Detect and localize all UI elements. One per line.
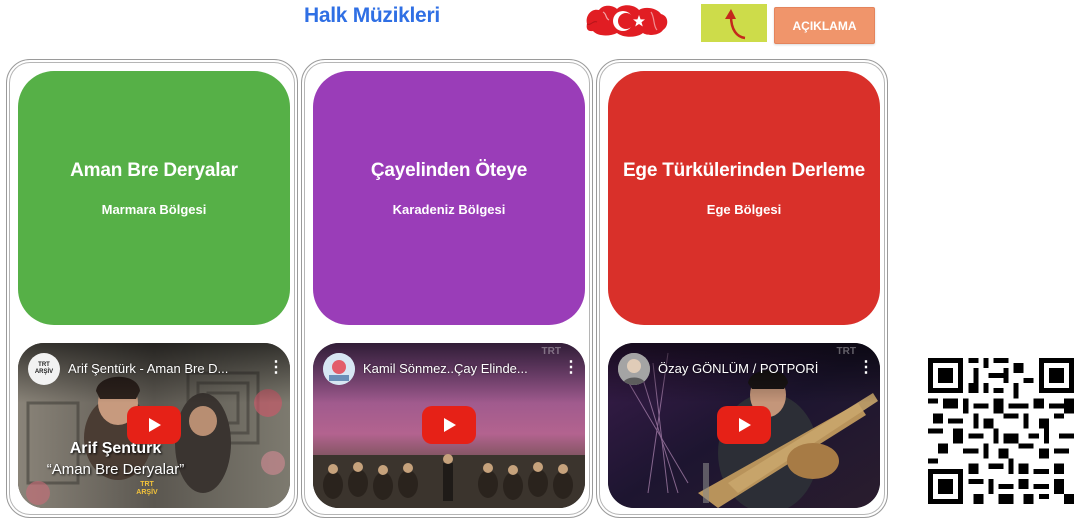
channel-avatar[interactable] — [323, 353, 355, 385]
back-button[interactable] — [701, 4, 767, 42]
more-vert-icon[interactable]: ⋮ — [563, 359, 579, 377]
video-title[interactable]: Arif Şentürk - Aman Bre D... — [68, 361, 256, 376]
more-vert-icon[interactable]: ⋮ — [268, 359, 284, 377]
song-region: Ege Bölgesi — [706, 202, 782, 217]
turkey-flag-icon — [583, 2, 671, 38]
overlay-song-title: “Aman Bre Deryalar” — [46, 461, 185, 478]
channel-avatar-image — [618, 353, 650, 385]
video-embed-1[interactable]: TRT ARŞİV Arif Şentürk - Aman Bre D... ⋮… — [18, 343, 290, 508]
play-icon — [149, 418, 161, 432]
video-title[interactable]: Kamil Sönmez..Çay Elinde... — [363, 361, 551, 376]
play-button[interactable] — [717, 406, 771, 444]
song-title: Aman Bre Deryalar — [70, 160, 238, 181]
song-region: Marmara Bölgesi — [101, 202, 207, 217]
play-button[interactable] — [127, 406, 181, 444]
channel-avatar-label: TRT ARŞİV — [34, 362, 54, 375]
channel-avatar[interactable]: TRT ARŞİV — [28, 353, 60, 385]
song-card-1[interactable]: Aman Bre Deryalar Marmara Bölgesi — [18, 71, 290, 325]
more-vert-icon[interactable]: ⋮ — [858, 359, 874, 377]
curved-arrow-up-icon — [725, 9, 746, 40]
play-icon — [444, 418, 456, 432]
song-title: Ege Türkülerinden Derleme — [622, 160, 866, 181]
video-title[interactable]: Özay GÖNLÜM / POTPORİ — [658, 361, 846, 376]
song-card-3[interactable]: Ege Türkülerinden Derleme Ege Bölgesi — [608, 71, 880, 325]
video-embed-2[interactable]: TRT Kamil Sönmez..Çay Elinde... ⋮ — [313, 343, 585, 508]
song-column-2: Çayelinden Öteye Karadeniz Bölgesi TRT K… — [301, 59, 593, 518]
trt-watermark: TRT — [836, 346, 856, 357]
video-embed-3[interactable]: TRT Özay GÖNLÜM / POTPORİ ⋮ — [608, 343, 880, 508]
aciklama-button[interactable]: AÇIKLAMA — [774, 7, 875, 44]
song-column-1: Aman Bre Deryalar Marmara Bölgesi TRT AR… — [6, 59, 298, 518]
song-title: Çayelinden Öteye — [370, 160, 528, 181]
page-title: Halk Müzikleri — [304, 4, 440, 27]
song-region: Karadeniz Bölgesi — [392, 202, 506, 217]
trt-watermark: TRT — [541, 346, 561, 357]
song-column-3: Ege Türkülerinden Derleme Ege Bölgesi TR… — [596, 59, 888, 518]
channel-avatar[interactable] — [618, 353, 650, 385]
song-card-2[interactable]: Çayelinden Öteye Karadeniz Bölgesi — [313, 71, 585, 325]
channel-avatar-image — [323, 353, 355, 385]
play-button[interactable] — [422, 406, 476, 444]
overlay-artist-name: Arif Şentürk — [69, 440, 162, 457]
trt-arsiv-logo: TRT ARŞİV — [136, 481, 158, 496]
qr-code-icon — [928, 356, 1074, 506]
play-icon — [739, 418, 751, 432]
